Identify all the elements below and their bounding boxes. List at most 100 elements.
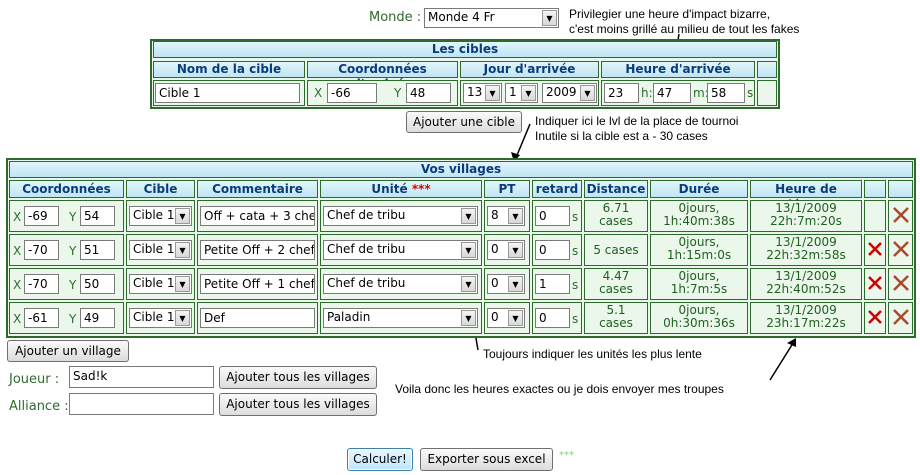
village-pt-select[interactable]: 8 ▼ — [487, 206, 525, 226]
attack-icon[interactable] — [891, 307, 911, 327]
chevron-down-icon: ▼ — [521, 85, 536, 101]
chevron-down-icon: ▼ — [485, 85, 500, 101]
cible-h-label: h: — [641, 86, 653, 100]
village-unit-select[interactable]: Chef de tribu ▼ — [323, 274, 478, 294]
delete-icon[interactable] — [867, 275, 883, 291]
village-unit-select[interactable]: Paladin ▼ — [323, 308, 478, 328]
village-duree: 0jours, 1h:7m:5s — [650, 268, 748, 300]
col-heure-arrivee: Heure d'arrivée — [601, 61, 755, 78]
cibles-title: Les cibles — [153, 41, 777, 58]
delete-icon[interactable] — [867, 309, 883, 325]
chevron-down-icon: ▼ — [175, 242, 190, 258]
cible-sec-input[interactable]: 58 — [707, 83, 745, 103]
cible-x-label: X — [314, 86, 323, 100]
village-comment-input[interactable]: Off + cata + 3 chefs — [200, 206, 315, 226]
village-retard-input[interactable]: 0 — [535, 308, 570, 328]
cible-s-label: s — [747, 86, 754, 100]
village-comment-input[interactable]: Petite Off + 2 chefs — [200, 240, 315, 260]
col-coordonnees-arrivee: Coordonnées d'arrivée — [307, 61, 458, 91]
joueur-label: Joueur : — [9, 372, 60, 387]
col-nom-cible: Nom de la cible — [153, 61, 305, 78]
joueur-input[interactable]: Sad!k — [69, 366, 214, 388]
cible-day-select[interactable]: 13 ▼ — [463, 83, 502, 103]
cible-year-select[interactable]: 2009 ▼ — [542, 83, 597, 103]
village-unit-select[interactable]: Chef de tribu ▼ — [323, 206, 478, 226]
add-village-button[interactable]: Ajouter un village — [7, 340, 129, 362]
village-y-input[interactable]: 49 — [80, 308, 115, 328]
chevron-down-icon: ▼ — [175, 208, 190, 224]
village-distance: 5 cases — [584, 234, 648, 266]
villages-title: Vos villages — [9, 161, 913, 178]
required-stars: *** — [411, 182, 431, 196]
village-y-input[interactable]: 51 — [80, 240, 115, 260]
village-cible-select[interactable]: Cible 1 ▼ — [129, 240, 192, 260]
col-jour-arrivee: Jour d'arrivée — [460, 61, 599, 78]
col-coordonnees: Coordonnées — [9, 180, 124, 198]
village-x-input[interactable]: -70 — [24, 240, 59, 260]
col-unite: Unité *** — [320, 180, 482, 198]
cible-min-input[interactable]: 47 — [653, 83, 691, 103]
col-empty — [757, 61, 777, 78]
village-pt-select[interactable]: 0 ▼ — [487, 274, 525, 294]
attack-icon[interactable] — [891, 273, 911, 293]
chevron-down-icon: ▼ — [461, 208, 476, 224]
chevron-down-icon: ▼ — [175, 310, 190, 326]
col-retard: retard — [532, 180, 582, 198]
village-duree: 0jours, 1h:15m:0s — [650, 234, 748, 266]
village-heure-depart: 13/1/2009 22h:40m:52s — [750, 268, 862, 300]
village-heure-depart: 13/1/2009 23h:17m:22s — [750, 302, 862, 334]
arrow-hours — [769, 339, 796, 381]
village-x-input[interactable]: -69 — [24, 206, 59, 226]
chevron-down-icon: ▼ — [175, 276, 190, 292]
village-x-input[interactable]: -70 — [24, 274, 59, 294]
village-y-input[interactable]: 50 — [80, 274, 115, 294]
col-cible: Cible — [126, 180, 195, 198]
col-duree: Durée — [650, 180, 748, 198]
col-commentaire: Commentaire — [197, 180, 318, 198]
attack-icon[interactable] — [891, 239, 911, 259]
village-pt-select[interactable]: 0 ▼ — [487, 240, 525, 260]
village-y-input[interactable]: 54 — [80, 206, 115, 226]
chevron-down-icon: ▼ — [461, 310, 476, 326]
col-distance: Distance — [584, 180, 648, 198]
village-cible-select[interactable]: Cible 1 ▼ — [129, 308, 192, 328]
delete-icon[interactable] — [867, 241, 883, 257]
village-comment-input[interactable]: Petite Off + 1 chef — [200, 274, 315, 294]
col-action — [888, 180, 913, 198]
attack-icon[interactable] — [891, 205, 911, 225]
joueur-add-all-button[interactable]: Ajouter tous les villages — [219, 366, 377, 389]
chevron-down-icon: ▼ — [508, 310, 523, 326]
chevron-down-icon: ▼ — [580, 85, 595, 101]
village-heure-depart: 13/1/2009 22h:32m:58s — [750, 234, 862, 266]
cible-hour-input[interactable]: 23 — [604, 83, 639, 103]
village-retard-input[interactable]: 1 — [535, 274, 570, 294]
chevron-down-icon: ▼ — [508, 208, 523, 224]
village-unit-select[interactable]: Chef de tribu ▼ — [323, 240, 478, 260]
village-distance: 4.47 cases — [584, 268, 648, 300]
village-cible-select[interactable]: Cible 1 ▼ — [129, 206, 192, 226]
alliance-label: Alliance : — [9, 399, 69, 414]
cible-y-input[interactable]: 48 — [406, 83, 451, 103]
village-x-input[interactable]: -61 — [24, 308, 59, 328]
cible-month-select[interactable]: 1 ▼ — [505, 83, 538, 103]
chevron-down-icon: ▼ — [461, 276, 476, 292]
village-comment-input[interactable]: Def — [200, 308, 315, 328]
add-cible-button[interactable]: Ajouter une cible — [406, 111, 522, 133]
village-retard-input[interactable]: 0 — [535, 206, 570, 226]
village-duree: 0jours, 0h:30m:36s — [650, 302, 748, 334]
cible-name-input[interactable]: Cible 1 — [155, 83, 300, 103]
village-distance: 5.1 cases — [584, 302, 648, 334]
cible-y-label: Y — [394, 86, 402, 100]
col-heure-depart: Heure de départ — [750, 180, 862, 212]
village-distance: 6.71 cases — [584, 200, 648, 232]
village-cible-select[interactable]: Cible 1 ▼ — [129, 274, 192, 294]
village-pt-select[interactable]: 0 ▼ — [487, 308, 525, 328]
alliance-add-all-button[interactable]: Ajouter tous les villages — [219, 393, 377, 416]
village-duree: 0jours, 1h:40m:38s — [650, 200, 748, 232]
alliance-input[interactable] — [69, 393, 214, 415]
village-retard-input[interactable]: 0 — [535, 240, 570, 260]
chevron-down-icon: ▼ — [508, 276, 523, 292]
cible-x-input[interactable]: -66 — [327, 83, 377, 103]
export-excel-button[interactable]: Exporter sous excel — [420, 448, 553, 471]
calculate-button[interactable]: Calculer! — [347, 448, 413, 471]
